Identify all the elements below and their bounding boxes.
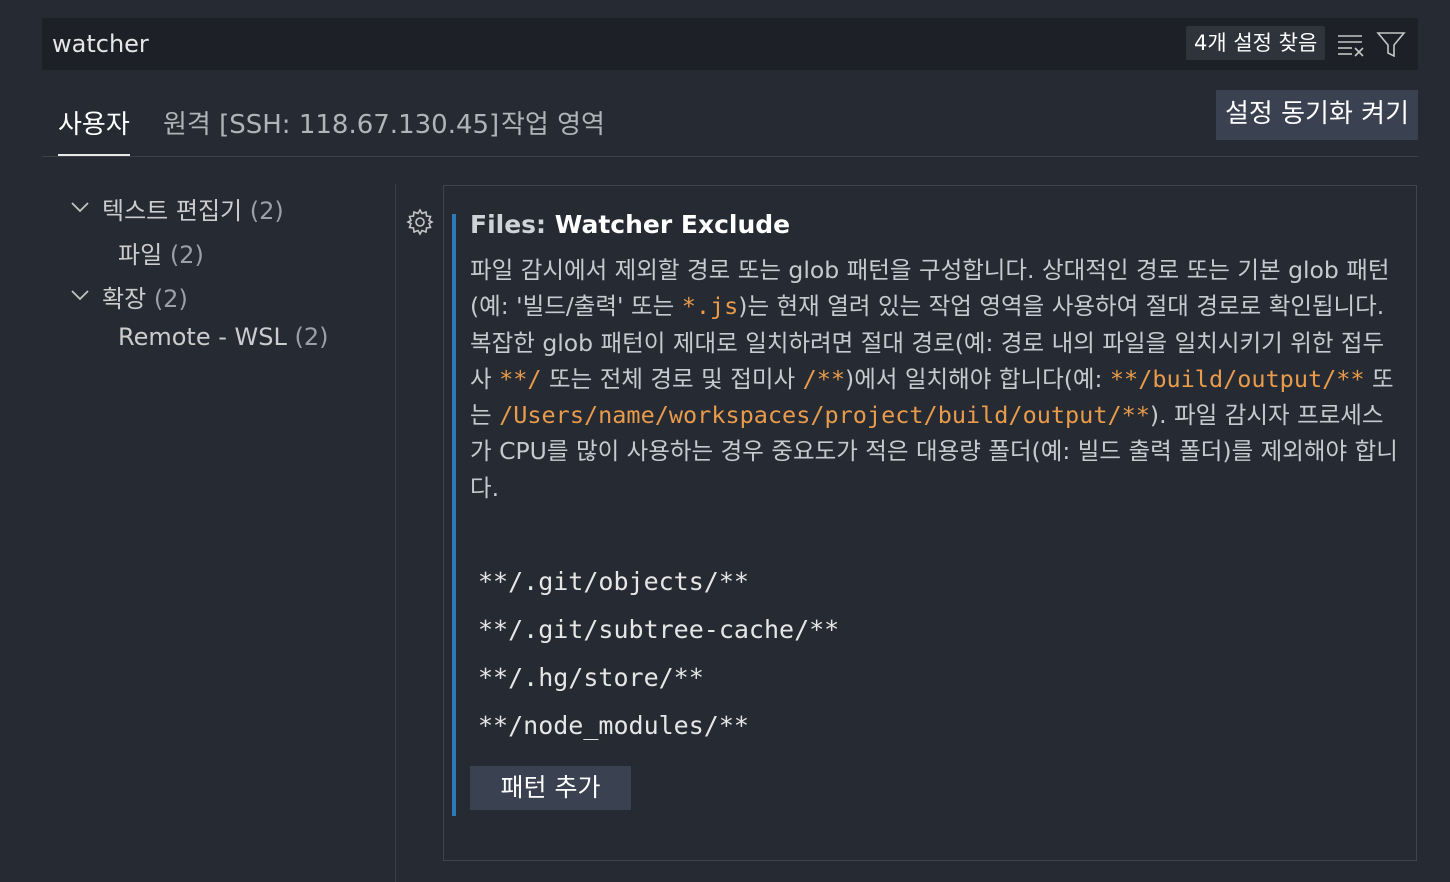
chevron-down-icon[interactable] [70,200,90,214]
setting-focus-indicator [452,214,456,816]
toc-item-count: (2) [169,241,204,269]
description-code: /** [802,364,846,393]
gear-icon[interactable] [405,207,435,237]
search-input[interactable]: watcher [52,30,149,58]
description-code: /Users/name/workspaces/project/build/out… [499,401,1150,430]
toc-item-count: (2) [249,197,284,225]
toc-item-label: 텍스트 편집기 [102,197,243,225]
pattern-item[interactable]: **/.git/objects/** [478,567,749,596]
toc-item-count: (2) [294,323,329,351]
toc-item-label: Remote - WSL [118,323,287,351]
tab-user[interactable]: 사용자 [58,104,130,156]
pattern-item[interactable]: **/.git/subtree-cache/** [478,615,839,644]
description-text: 또는 전체 경로 및 접미사 [541,364,803,393]
chevron-down-icon[interactable] [70,288,90,302]
setting-description: 파일 감시에서 제외할 경로 또는 glob 패턴을 구성합니다. 상대적인 경… [470,252,1400,506]
search-result-count: 4개 설정 찾음 [1186,26,1326,60]
add-pattern-button[interactable]: 패턴 추가 [470,766,631,810]
description-code: **/build/output/** [1109,364,1365,393]
setting-title: Files: Watcher Exclude [470,210,790,239]
toc-item-label: 파일 [118,241,163,269]
description-code: *.js [681,292,739,321]
filter-icon[interactable] [1376,29,1406,59]
turn-on-settings-sync-button[interactable]: 설정 동기화 켜기 [1216,90,1418,140]
setting-category: Files: [470,210,555,239]
pane-divider[interactable] [395,184,396,882]
clear-filter-icon[interactable] [1336,30,1366,58]
settings-search-bar[interactable]: watcher 4개 설정 찾음 [42,18,1418,70]
description-text: )에서 일치해야 합니다(예: [845,364,1110,393]
toc-item-remote-wsl[interactable]: Remote - WSL (2) [118,323,329,351]
toc-item-count: (2) [153,285,188,313]
toc-item-extensions[interactable]: 확장 (2) [102,279,188,314]
toc-item-files[interactable]: 파일 (2) [118,235,204,270]
toc-item-text-editor[interactable]: 텍스트 편집기 (2) [102,191,284,226]
tab-workspace[interactable]: 작업 영역 [501,104,605,154]
pattern-item[interactable]: **/node_modules/** [478,711,749,740]
tab-remote[interactable]: 원격 [SSH: 118.67.130.45] [163,104,499,154]
description-code: **/ [499,364,542,393]
pattern-item[interactable]: **/.hg/store/** [478,663,704,692]
settings-scope-tabs: 사용자 원격 [SSH: 118.67.130.45] 작업 영역 설정 동기화… [42,90,1418,157]
toc-item-label: 확장 [102,285,147,313]
setting-name: Watcher Exclude [554,210,791,239]
